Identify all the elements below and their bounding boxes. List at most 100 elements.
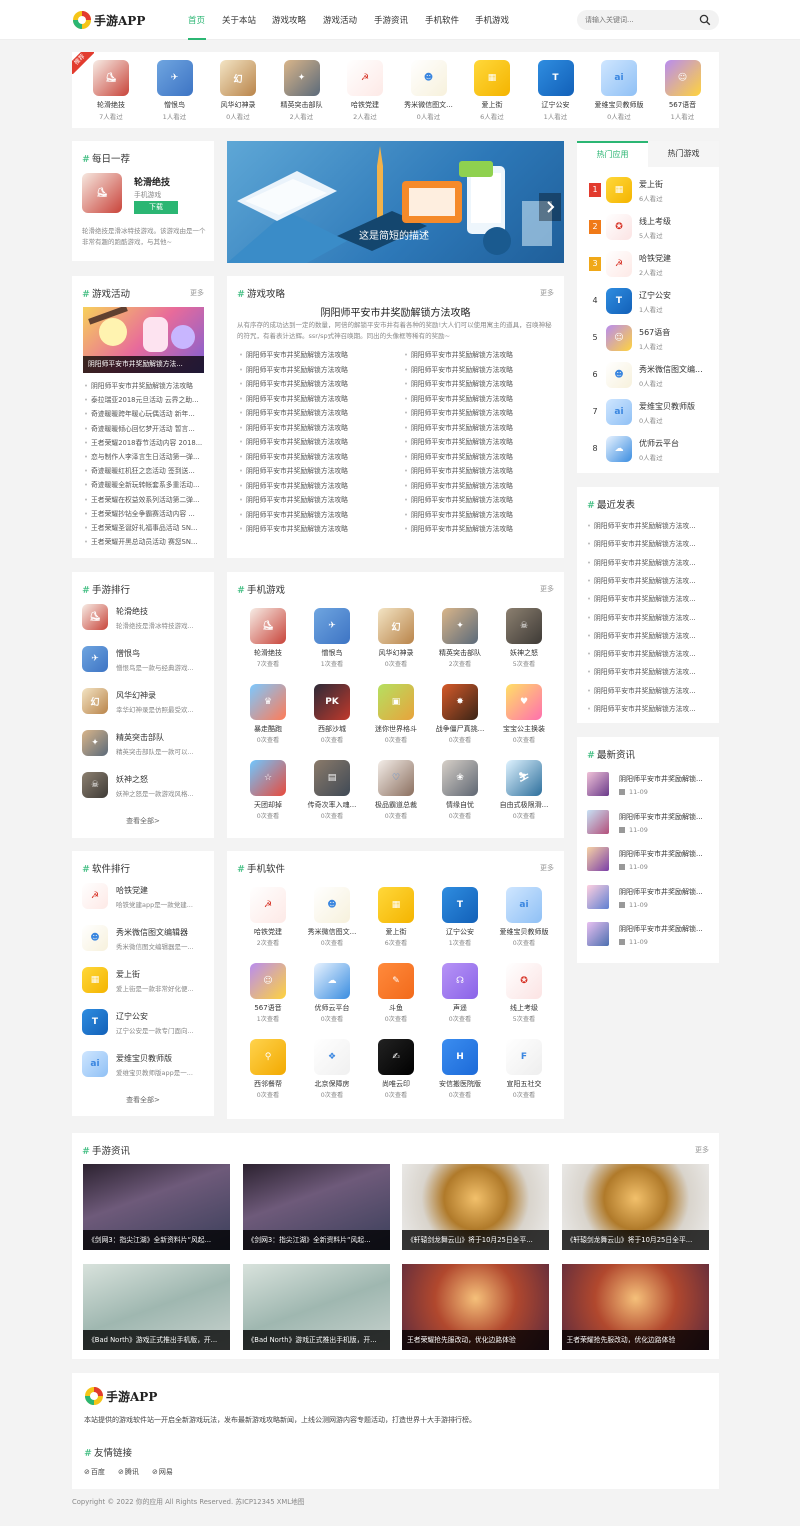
- grid-app-name[interactable]: 自由式极限滑...: [493, 800, 555, 810]
- hot-app-name[interactable]: 秀米微信图文编...: [639, 364, 715, 375]
- strategy-list-item[interactable]: 阴阳师平安市井奖励解锁方法攻略: [404, 480, 554, 490]
- strategy-list-item[interactable]: 阴阳师平安市井奖励解锁方法攻略: [404, 465, 554, 475]
- grid-app-name[interactable]: 迷你世界格斗: [365, 724, 427, 734]
- rank-app-name[interactable]: 妖神之怒: [116, 774, 148, 785]
- activities-more-link[interactable]: 更多: [190, 288, 204, 298]
- strategy-list-item[interactable]: 阴阳师平安市井奖励解锁方法攻略: [404, 407, 554, 417]
- rank-row[interactable]: ▦ 爱上街 爱上街是一款非常好化便...: [82, 967, 204, 997]
- bird-icon[interactable]: ✈: [82, 646, 108, 672]
- soldier-icon[interactable]: ✦: [283, 60, 320, 96]
- latest-news-item[interactable]: 阴阳师平安市井奖励解锁... 11-09: [587, 884, 712, 917]
- grid-app-name[interactable]: 尚唯云印: [365, 1079, 427, 1089]
- news-card[interactable]: 《轩辕剑龙舞云山》将于10月25日全平...: [402, 1164, 549, 1250]
- news-card[interactable]: 王者荣耀抢先服改动，优化边路体验: [402, 1264, 549, 1350]
- recent-post-item[interactable]: 阴阳师平安市井奖励解锁方法攻...: [587, 538, 711, 548]
- mobile-software-more-link[interactable]: 更多: [540, 863, 554, 873]
- bird-icon[interactable]: ✈: [314, 608, 350, 644]
- download-button[interactable]: 下载: [134, 201, 178, 214]
- strategy-list-item[interactable]: 阴阳师平安市井奖励解锁方法攻略: [404, 378, 554, 388]
- strategy-list-item[interactable]: 阴阳师平安市井奖励解锁方法攻略: [239, 407, 389, 417]
- grid-app-name[interactable]: 567语音: [237, 1003, 299, 1013]
- strategy-list-item[interactable]: 阴阳师平安市井奖励解锁方法攻略: [404, 436, 554, 446]
- recent-post-item[interactable]: 阴阳师平安市井奖励解锁方法攻...: [587, 593, 711, 603]
- hot-app-row[interactable]: 6 ☻ 秀米微信图文编... 0人看过: [587, 362, 712, 392]
- activity-list-item[interactable]: 恋与制作人李泽言生日活动第一弹...: [84, 451, 206, 461]
- hot-app-name[interactable]: 爱上街: [639, 179, 715, 190]
- grid-app-name[interactable]: 传奇次率入魂...: [301, 800, 363, 810]
- strategy-more-link[interactable]: 更多: [540, 288, 554, 298]
- police-icon[interactable]: T: [82, 1009, 108, 1035]
- grid-app-name[interactable]: 秀米微信图文...: [301, 927, 363, 937]
- tab-hot-apps[interactable]: 热门应用: [577, 141, 648, 167]
- emoji-icon[interactable]: ☺: [664, 60, 701, 96]
- hot-app-name[interactable]: 线上考级: [639, 216, 715, 227]
- recent-post-item[interactable]: 阴阳师平安市井奖励解锁方法攻...: [587, 630, 711, 640]
- news-card-caption[interactable]: 王者荣耀抢先服改动，优化边路体验: [402, 1330, 549, 1350]
- top-app-name[interactable]: 567语音: [653, 100, 713, 110]
- police-icon[interactable]: T: [442, 887, 478, 923]
- grid-app-name[interactable]: 妖神之怒: [493, 648, 555, 658]
- news-thumbnail[interactable]: [587, 922, 609, 946]
- top-app-name[interactable]: 哈铁党建: [335, 100, 395, 110]
- zombie-icon[interactable]: ✸: [442, 684, 478, 720]
- shopping-bag-icon[interactable]: ▦: [82, 967, 108, 993]
- strategy-list-item[interactable]: 阴阳师平安市井奖励解锁方法攻略: [239, 465, 389, 475]
- rank-row[interactable]: ✦ 精英突击部队 精英突击部队是一款可以...: [82, 730, 204, 760]
- friend-link[interactable]: ⊘腾讯: [118, 1467, 139, 1477]
- friend-link-label[interactable]: 腾讯: [125, 1468, 139, 1476]
- nav-strategy[interactable]: 游戏攻略: [272, 14, 306, 26]
- xiumi-icon[interactable]: ☻: [314, 887, 350, 923]
- police-icon[interactable]: T: [606, 288, 632, 314]
- game-skater-icon[interactable]: ⛸: [82, 604, 108, 630]
- rank-app-name[interactable]: 秀米微信图文编辑器: [116, 927, 188, 938]
- rank-row[interactable]: T 辽宁公安 辽宁公安是一款专门面向...: [82, 1009, 204, 1039]
- activity-list-item[interactable]: 奇迹暖暖红机狂之恋活动 签到送...: [84, 465, 206, 475]
- grid-app-name[interactable]: 战争僵尸真挑...: [429, 724, 491, 734]
- game-skater-icon[interactable]: ⛸: [93, 60, 129, 96]
- calligraphy-icon[interactable]: 幻: [82, 688, 108, 714]
- hot-app-name[interactable]: 优师云平台: [639, 438, 715, 449]
- hot-app-name[interactable]: 567语音: [639, 327, 715, 338]
- rank-app-name[interactable]: 哈铁党建: [116, 885, 148, 896]
- strategy-list-item[interactable]: 阴阳师平安市井奖励解锁方法攻略: [239, 349, 389, 359]
- hot-app-row[interactable]: 5 ☺ 567语音 1人看过: [587, 325, 712, 355]
- news-card-caption[interactable]: 《剑网3：指尖江湖》全新资料片“风起...: [242, 1230, 390, 1250]
- rank-app-name[interactable]: 辽宁公安: [116, 1011, 148, 1022]
- strategy-list-item[interactable]: 阴阳师平安市井奖励解锁方法攻略: [239, 451, 389, 461]
- news-card[interactable]: 《剑网3：指尖江湖》全新资料片“风起...: [83, 1164, 230, 1250]
- news-card-caption[interactable]: 王者荣耀抢先服改动，优化边路体验: [561, 1330, 709, 1350]
- strategy-list-item[interactable]: 阴阳师平安市井奖励解锁方法攻略: [404, 349, 554, 359]
- hot-app-name[interactable]: 哈铁党建: [639, 253, 715, 264]
- activity-cover[interactable]: 阴阳师平安市井奖励解锁方法...: [83, 307, 204, 373]
- top-app-name[interactable]: 辽宁公安: [526, 100, 586, 110]
- latest-news-title[interactable]: 阴阳师平安市井奖励解锁...: [619, 812, 711, 822]
- block-icon[interactable]: ▣: [378, 684, 414, 720]
- strategy-list-item[interactable]: 阴阳师平安市井奖励解锁方法攻略: [404, 393, 554, 403]
- search-icon[interactable]: [699, 14, 711, 26]
- news-card[interactable]: 《剑网3：指尖江湖》全新资料片“风起...: [242, 1164, 390, 1250]
- nav-home[interactable]: 首页: [188, 14, 205, 26]
- friend-link-label[interactable]: 网易: [159, 1468, 173, 1476]
- recent-post-item[interactable]: 阴阳师平安市井奖励解锁方法攻...: [587, 648, 711, 658]
- grid-app-name[interactable]: 安信搬医院版: [429, 1079, 491, 1089]
- rank-app-name[interactable]: 风华幻神录: [116, 690, 156, 701]
- logo[interactable]: 手游APP: [72, 9, 152, 31]
- friend-link[interactable]: ⊘网易: [152, 1467, 173, 1477]
- activity-list-item[interactable]: 泰拉瑞亚2018元旦活动 云界之助...: [84, 394, 206, 404]
- news-card-caption[interactable]: 《轩辕剑龙舞云山》将于10月25日全平...: [561, 1230, 709, 1250]
- grid-app-name[interactable]: 爱维宝贝教师版: [493, 927, 555, 937]
- grid-app-name[interactable]: 线上考级: [493, 1003, 555, 1013]
- news-card[interactable]: 《Bad North》游戏正式推出手机版，开...: [242, 1264, 390, 1350]
- rank-app-name[interactable]: 爱上街: [116, 969, 140, 980]
- ai-icon[interactable]: ai: [601, 60, 637, 96]
- grid-app-name[interactable]: 爱上街: [365, 927, 427, 937]
- shopping-bag-icon[interactable]: ▦: [606, 177, 632, 203]
- strategy-list-item[interactable]: 阴阳师平安市井奖励解锁方法攻略: [404, 422, 554, 432]
- grid-app-name[interactable]: 情缘自忧: [429, 800, 491, 810]
- activity-list-item[interactable]: 王者荣耀抄钻全争霸赛活动内容 ...: [84, 508, 206, 518]
- grid-app-name[interactable]: 斗鱼: [365, 1003, 427, 1013]
- search-input[interactable]: [585, 13, 695, 27]
- strategy-list-item[interactable]: 阴阳师平安市井奖励解锁方法攻略: [239, 480, 389, 490]
- rank-row[interactable]: ✈ 憎恨鸟 憎恨鸟是一款与经典游戏...: [82, 646, 204, 676]
- bird-icon[interactable]: ✈: [156, 60, 193, 96]
